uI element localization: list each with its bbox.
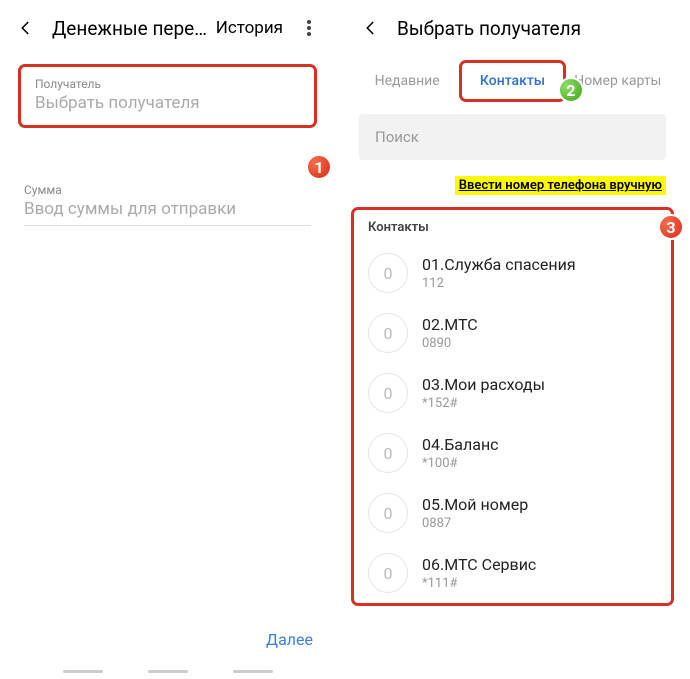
avatar: 0 (368, 373, 408, 413)
chevron-left-icon (17, 19, 35, 37)
amount-placeholder: Ввод суммы для отправки (24, 199, 311, 226)
header: Выбрать получателя (345, 0, 680, 56)
nav-home[interactable] (148, 670, 188, 673)
avatar: 0 (368, 553, 408, 593)
contact-number: *100# (422, 456, 657, 471)
contact-number: 112 (422, 276, 657, 291)
contact-row[interactable]: 0 04.Баланс *100# (354, 423, 671, 483)
page-title: Выбрать получателя (397, 17, 666, 40)
history-link[interactable]: История (212, 18, 287, 38)
avatar: 0 (368, 313, 408, 353)
recipient-placeholder: Выбрать получателя (35, 93, 300, 113)
manual-entry-link[interactable]: Ввести номер телефона вручную (455, 176, 666, 195)
contact-info: 05.Мой номер 0887 (422, 495, 657, 531)
recipient-label: Получатель (35, 77, 300, 91)
contact-name: 02.МТС (422, 315, 657, 334)
tab-recent[interactable]: Недавние (357, 63, 457, 99)
callout-badge-3: 3 (658, 214, 684, 240)
nav-bar (0, 670, 335, 673)
screen-select-recipient: Выбрать получателя Недавние Контакты Ном… (345, 0, 680, 679)
contact-info: 03.Мои расходы *152# (422, 375, 657, 411)
contact-info: 01.Служба спасения 112 (422, 255, 657, 291)
search-input[interactable]: Поиск (359, 114, 666, 160)
screen-transfer: Денежные пере… История Получатель Выбрат… (0, 0, 335, 679)
contact-row[interactable]: 0 02.МТС 0890 (354, 303, 671, 363)
callout-badge-2: 2 (558, 77, 584, 103)
avatar: 0 (368, 493, 408, 533)
header: Денежные пере… История (0, 0, 335, 56)
contact-info: 02.МТС 0890 (422, 315, 657, 351)
tab-contacts-highlight: Контакты (459, 60, 565, 102)
tab-contacts[interactable]: Контакты (462, 73, 562, 89)
contact-name: 01.Служба спасения (422, 255, 657, 274)
contact-info: 04.Баланс *100# (422, 435, 657, 471)
contact-number: 0887 (422, 516, 657, 531)
chevron-left-icon (362, 19, 380, 37)
next-button[interactable]: Далее (266, 630, 313, 649)
contact-row[interactable]: 0 03.Мои расходы *152# (354, 363, 671, 423)
contact-name: 04.Баланс (422, 435, 657, 454)
amount-label: Сумма (24, 183, 311, 197)
contact-name: 03.Мои расходы (422, 375, 657, 394)
more-icon (307, 20, 311, 24)
amount-field[interactable]: Сумма Ввод суммы для отправки (18, 183, 317, 226)
section-header: Контакты (354, 216, 671, 243)
more-button[interactable] (297, 16, 321, 40)
back-button[interactable] (14, 16, 38, 40)
contact-info: 06.МТС Сервис *111# (422, 555, 657, 591)
contact-name: 06.МТС Сервис (422, 555, 657, 574)
page-title: Денежные пере… (52, 17, 212, 40)
nav-back[interactable] (233, 670, 273, 673)
avatar: 0 (368, 433, 408, 473)
contact-number: *152# (422, 396, 657, 411)
contact-name: 05.Мой номер (422, 495, 657, 514)
tabs: Недавние Контакты Номер карты (345, 60, 680, 102)
nav-recent[interactable] (63, 670, 103, 673)
avatar: 0 (368, 253, 408, 293)
contact-row[interactable]: 0 01.Служба спасения 112 (354, 243, 671, 303)
back-button[interactable] (359, 16, 383, 40)
callout-badge-1: 1 (306, 154, 332, 180)
contact-row[interactable]: 0 06.МТС Сервис *111# (354, 543, 671, 603)
contact-number: *111# (422, 576, 657, 591)
contact-number: 0890 (422, 336, 657, 351)
contact-row[interactable]: 0 05.Мой номер 0887 (354, 483, 671, 543)
recipient-field[interactable]: Получатель Выбрать получателя (18, 64, 317, 128)
contacts-list-highlight: Контакты 0 01.Служба спасения 112 0 02.МТС 08… (351, 207, 674, 606)
